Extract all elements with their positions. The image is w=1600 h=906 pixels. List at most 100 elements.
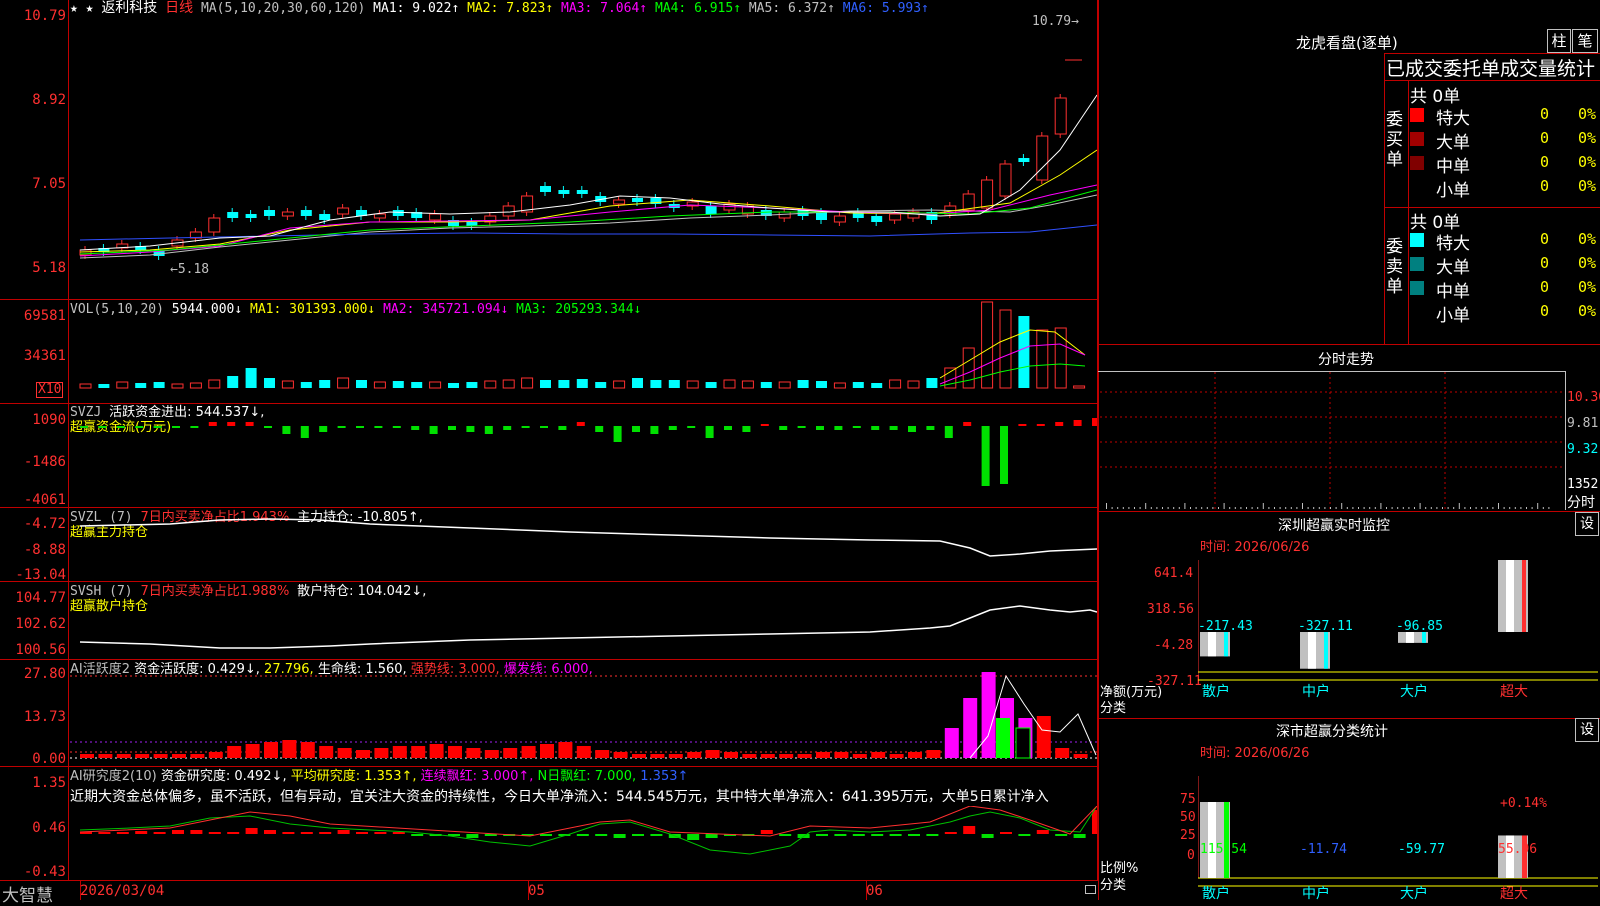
flow-bar	[337, 426, 346, 428]
vol-axis-label: 69581	[23, 308, 66, 324]
vol-unit-badge[interactable]: X10	[36, 382, 64, 398]
flow-bar	[944, 426, 953, 438]
active-bar	[760, 754, 775, 758]
tick-volume	[1352, 507, 1354, 509]
candle	[558, 190, 570, 194]
tick-volume	[1498, 503, 1499, 509]
flow-bar	[135, 426, 144, 428]
volume-chart[interactable]	[70, 300, 1097, 403]
ai-research-chart[interactable]	[70, 806, 1097, 880]
tick-volume	[1240, 507, 1242, 509]
active-bar	[374, 748, 389, 758]
active-bar	[540, 744, 554, 758]
order-row: 特大 0 0%	[1410, 229, 1600, 254]
active-bar	[503, 748, 518, 758]
svzj-axis-label: 1090	[32, 412, 66, 428]
fs-chart[interactable]	[1100, 372, 1565, 509]
tick-volume	[1145, 503, 1147, 509]
monitor-chart[interactable]: -217.43 散户 -327.11 中户 -96.85 大户 641.4 超大	[1198, 560, 1598, 708]
category-label: 中户	[1302, 885, 1330, 900]
volume-bar	[356, 380, 367, 388]
active-bar	[135, 754, 150, 758]
svzl-axis-label: -4.72	[23, 516, 66, 532]
candle	[281, 211, 294, 217]
flow-bar	[356, 426, 364, 428]
flow-bar	[429, 426, 438, 434]
tick-mode-button[interactable]: 笔	[1572, 29, 1598, 53]
active-bar	[1015, 727, 1031, 759]
classify-settings-button[interactable]: 设	[1575, 718, 1599, 742]
color-swatch	[1410, 156, 1424, 170]
tick-volume	[1206, 507, 1208, 509]
tick-volume	[1526, 507, 1527, 509]
flow-bar	[687, 426, 696, 428]
flow-bar	[116, 426, 125, 428]
research-bar	[1018, 834, 1031, 836]
monitor-settings-button[interactable]: 设	[1575, 512, 1599, 536]
svzl-chart[interactable]	[70, 508, 1097, 581]
tick-volume	[1397, 507, 1399, 509]
volume-bar	[281, 380, 294, 389]
flow-bar	[264, 426, 272, 428]
net-bar-edge	[1522, 560, 1526, 632]
research-bar	[466, 834, 479, 838]
flow-bar	[392, 426, 401, 428]
volume-bar	[686, 380, 699, 389]
flow-bar	[1073, 420, 1082, 426]
tick-volume	[1335, 507, 1337, 509]
volume-bar	[300, 382, 312, 388]
active-bar	[834, 752, 849, 758]
tick-volume	[1470, 507, 1471, 509]
research-bar	[1073, 834, 1086, 838]
candle	[1018, 158, 1030, 162]
svsh-chart[interactable]	[70, 582, 1097, 659]
vol-axis-label: 34361	[23, 348, 66, 364]
volume-bar	[907, 380, 920, 389]
lock-icon[interactable]	[1085, 885, 1096, 894]
volume-bar	[632, 378, 643, 388]
category-label: 超大	[1500, 684, 1528, 700]
fs-axis-label: 10.30	[1567, 390, 1600, 405]
color-swatch	[1410, 257, 1424, 271]
classify-axis: 25	[1180, 828, 1196, 843]
order-type-label: 小单	[1436, 306, 1470, 326]
tick-volume	[1380, 503, 1382, 509]
active-bar	[558, 742, 573, 758]
active-bar	[816, 752, 830, 758]
divider	[0, 766, 1098, 767]
ai-research-comment: 近期大资金总体偏多，虽不活跃，但有异动，宜关注大资金的持续性，今日大单净流入：5…	[70, 789, 1049, 805]
tick-volume	[1139, 507, 1141, 509]
svzj-chart[interactable]	[70, 404, 1097, 507]
ai-research-label: AI研究度2(10)	[70, 769, 157, 784]
volume-bar	[208, 379, 221, 389]
bar-mode-button[interactable]: 柱	[1547, 29, 1571, 53]
volume-bar	[116, 381, 129, 389]
price-axis-label: 8.92	[32, 92, 66, 108]
net-bar-label: -96.85	[1396, 619, 1443, 634]
divider	[0, 880, 1098, 881]
ai-active-chart[interactable]	[70, 660, 1097, 766]
volume-bar	[797, 380, 809, 388]
classify-chart[interactable]: 115.54 散户 -11.74 中户 -59.77 大户 55.96 超大	[1198, 776, 1598, 900]
volume-bar	[540, 380, 551, 388]
active-bar	[227, 746, 242, 758]
classify-date: 时间: 2026/06/26	[1200, 746, 1310, 761]
research-bar	[135, 831, 148, 834]
price-chart[interactable]	[70, 0, 1097, 299]
tick	[80, 880, 81, 900]
tick-volume	[1307, 507, 1309, 509]
volume-bar	[760, 382, 772, 388]
tick-volume	[1302, 503, 1303, 509]
ai-research-d1: 资金研究度: 0.492↓,	[160, 769, 287, 784]
buy-side-label: 委买单	[1386, 110, 1403, 170]
active-bar	[576, 746, 591, 758]
research-bar	[411, 834, 424, 836]
volume-bar	[153, 382, 165, 388]
active-bar	[908, 752, 922, 758]
research-bar	[1000, 832, 1012, 834]
tick-volume	[1369, 507, 1371, 509]
color-swatch	[1410, 132, 1424, 146]
volume-bar	[1018, 316, 1030, 388]
order-count: 0	[1540, 129, 1550, 147]
research-bar	[356, 832, 368, 834]
